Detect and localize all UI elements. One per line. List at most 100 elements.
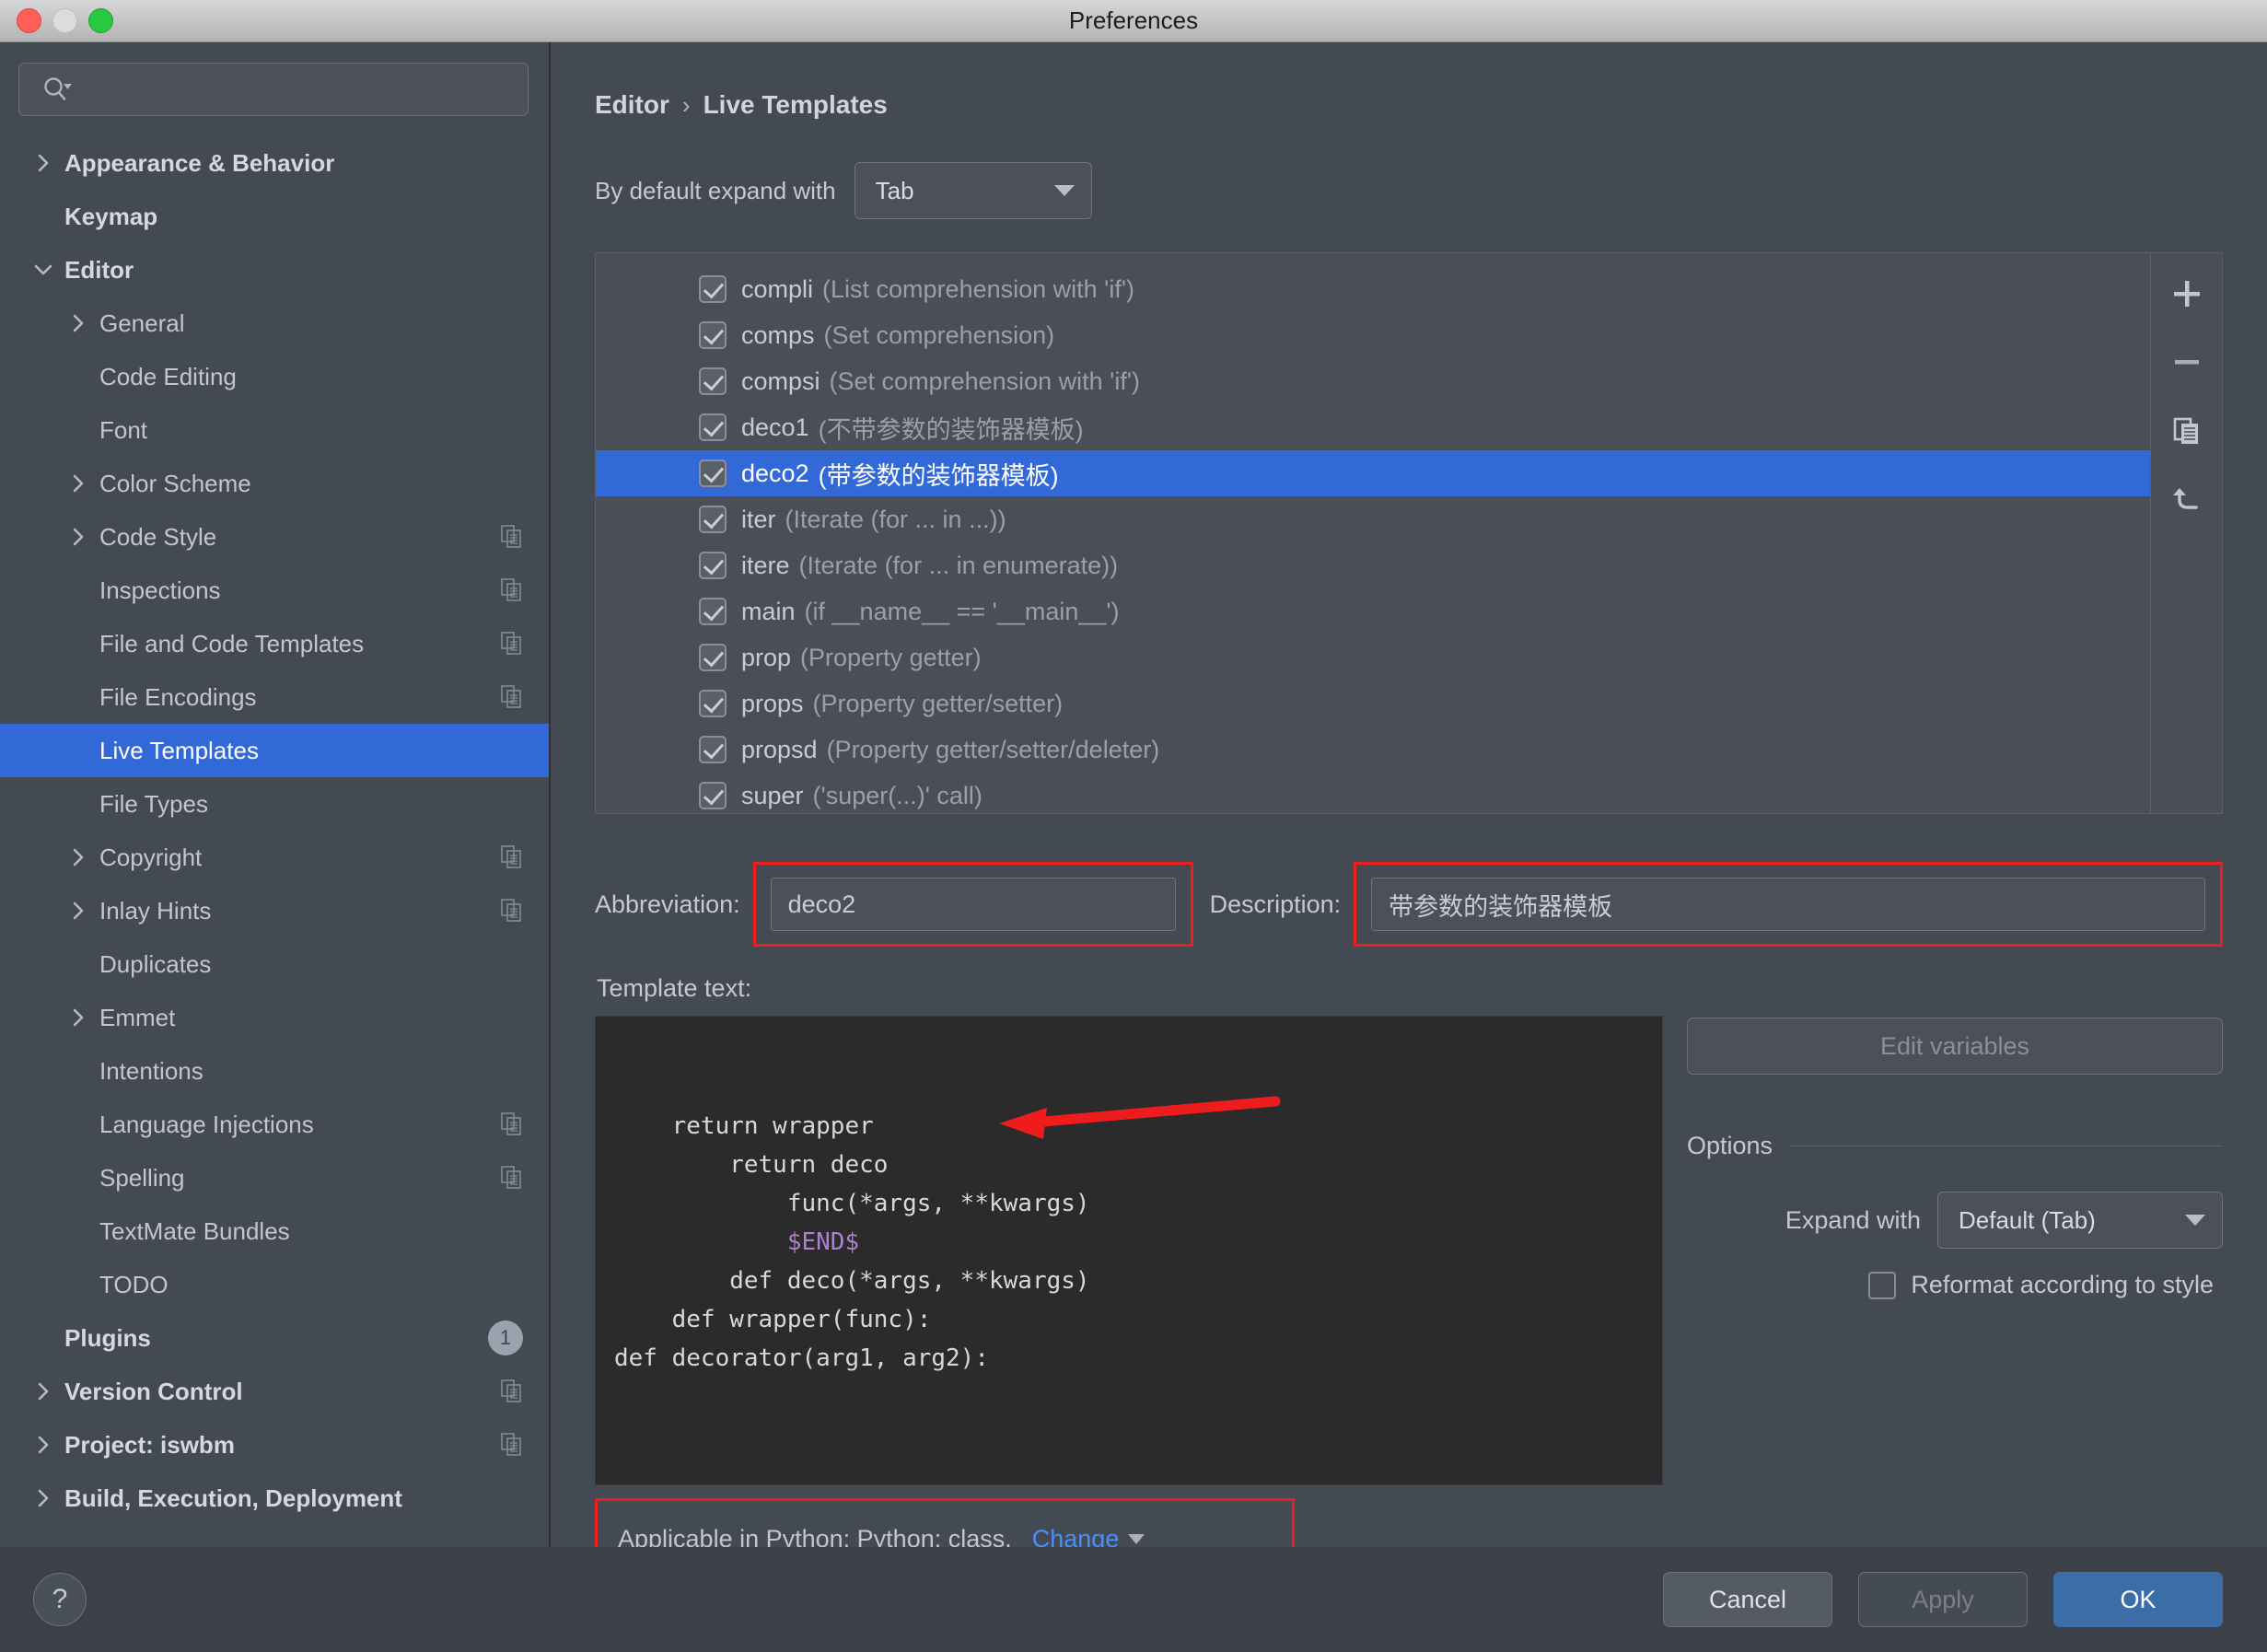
template-list-item[interactable]: itere(Iterate (for ... in enumerate))	[596, 542, 2150, 588]
template-list-item[interactable]: iter(Iterate (for ... in ...))	[596, 496, 2150, 542]
sidebar-item-inlay-hints[interactable]: Inlay Hints	[0, 884, 549, 937]
ok-button[interactable]: OK	[2053, 1572, 2223, 1627]
apply-button[interactable]: Apply	[1858, 1572, 2028, 1627]
dialog-body: Appearance & BehaviorKeymap Editor General…	[0, 42, 2267, 1547]
expand-with-label: Expand with	[1785, 1206, 1921, 1235]
cancel-button[interactable]: Cancel	[1663, 1572, 1832, 1627]
sidebar-item-textmate-bundles[interactable]: TextMate Bundles	[0, 1204, 549, 1258]
sidebar-item-label: Copyright	[99, 843, 501, 872]
chevron-right-icon[interactable]	[66, 899, 90, 923]
sidebar-item-label: Emmet	[99, 1004, 523, 1032]
sidebar-item-inspections[interactable]: Inspections	[0, 564, 549, 617]
template-enabled-checkbox[interactable]	[699, 736, 727, 763]
template-description: (if __name__ == '__main__')	[805, 598, 1120, 626]
search-input[interactable]	[18, 63, 529, 116]
template-enabled-checkbox[interactable]	[699, 598, 727, 625]
abbreviation-input[interactable]: deco2	[771, 878, 1176, 931]
sidebar-item-editor[interactable]: Editor	[0, 243, 549, 297]
template-list-item[interactable]: deco2(带参数的装饰器模板)	[596, 450, 2150, 496]
template-enabled-checkbox[interactable]	[699, 413, 727, 441]
template-list-item[interactable]: props(Property getter/setter)	[596, 681, 2150, 727]
chevron-right-icon[interactable]	[66, 1006, 90, 1030]
template-abbreviation: super	[741, 782, 804, 810]
options-label: Options	[1687, 1132, 1773, 1160]
template-enabled-checkbox[interactable]	[699, 367, 727, 395]
template-options-pane: Edit variables Options Expand with Defau…	[1687, 1016, 2223, 1299]
chevron-right-icon[interactable]	[66, 525, 90, 549]
sidebar-item-language-injections[interactable]: Language Injections	[0, 1098, 549, 1151]
template-list-item[interactable]: compli(List comprehension with 'if')	[596, 266, 2150, 312]
template-list-item[interactable]: propsd(Property getter/setter/deleter)	[596, 727, 2150, 773]
template-enabled-checkbox[interactable]	[699, 690, 727, 717]
add-icon[interactable]	[2161, 268, 2213, 320]
sidebar-item-appearance-behavior[interactable]: Appearance & Behavior	[0, 136, 549, 190]
chevron-right-icon[interactable]	[31, 1486, 55, 1510]
breadcrumb-root[interactable]: Editor	[595, 90, 669, 120]
template-enabled-checkbox[interactable]	[699, 506, 727, 533]
sidebar-item-code-editing[interactable]: Code Editing	[0, 350, 549, 403]
sidebar-item-todo[interactable]: TODO	[0, 1258, 549, 1311]
sidebar-item-label: Duplicates	[99, 950, 523, 979]
template-list-item[interactable]: compsi(Set comprehension with 'if')	[596, 358, 2150, 404]
sidebar-item-file-and-code-templates[interactable]: File and Code Templates	[0, 617, 549, 670]
template-enabled-checkbox[interactable]	[699, 275, 727, 303]
template-enabled-checkbox[interactable]	[699, 782, 727, 809]
templates-list[interactable]: compli(List comprehension with 'if')comp…	[596, 253, 2150, 813]
sidebar-item-intentions[interactable]: Intentions	[0, 1044, 549, 1098]
sidebar-item-plugins[interactable]: Plugins1	[0, 1311, 549, 1365]
chevron-right-icon[interactable]	[31, 151, 55, 175]
template-list-item[interactable]: main(if __name__ == '__main__')	[596, 588, 2150, 634]
reformat-row[interactable]: Reformat according to style	[1687, 1271, 2223, 1299]
copy-icon[interactable]	[2161, 404, 2213, 456]
chevron-down-icon	[1054, 185, 1075, 196]
reformat-checkbox[interactable]	[1868, 1272, 1896, 1299]
revert-icon[interactable]	[2161, 472, 2213, 524]
sidebar-item-label: Font	[99, 416, 523, 445]
sidebar-item-label: Language Injections	[99, 1111, 501, 1139]
template-text-label: Template text:	[597, 974, 2223, 1003]
sidebar-item-color-scheme[interactable]: Color Scheme	[0, 457, 549, 510]
code-line-text: func(*args, **kwargs)	[614, 1190, 1090, 1217]
sidebar-item-general[interactable]: General	[0, 297, 549, 350]
template-enabled-checkbox[interactable]	[699, 460, 727, 487]
sidebar-item-file-types[interactable]: File Types	[0, 777, 549, 831]
template-enabled-checkbox[interactable]	[699, 552, 727, 579]
sidebar-item-project-iswbm[interactable]: Project: iswbm	[0, 1418, 549, 1472]
sidebar-item-version-control[interactable]: Version Control	[0, 1365, 549, 1418]
template-enabled-checkbox[interactable]	[699, 644, 727, 671]
sidebar-item-label: Editor	[64, 256, 523, 285]
sidebar-item-keymap[interactable]: Keymap	[0, 190, 549, 243]
remove-icon[interactable]	[2161, 336, 2213, 388]
template-enabled-checkbox[interactable]	[699, 321, 727, 349]
description-input[interactable]: 带参数的装饰器模板	[1371, 878, 2205, 931]
chevron-right-icon[interactable]	[31, 1433, 55, 1457]
sidebar-item-font[interactable]: Font	[0, 403, 549, 457]
chevron-down-icon[interactable]	[31, 258, 55, 282]
edit-variables-button[interactable]: Edit variables	[1687, 1018, 2223, 1075]
template-list-item[interactable]: prop(Property getter)	[596, 634, 2150, 681]
chevron-right-icon[interactable]	[66, 311, 90, 335]
chevron-right-icon[interactable]	[66, 471, 90, 495]
template-list-item[interactable]: super('super(...)' call)	[596, 773, 2150, 813]
default-expand-select[interactable]: Tab	[854, 162, 1092, 219]
sidebar-item-label: TODO	[99, 1271, 523, 1299]
sidebar-item-emmet[interactable]: Emmet	[0, 991, 549, 1044]
sidebar-item-copyright[interactable]: Copyright	[0, 831, 549, 884]
sidebar-item-live-templates[interactable]: Live Templates	[0, 724, 549, 777]
chevron-right-icon[interactable]	[66, 845, 90, 869]
settings-sidebar: Appearance & BehaviorKeymap Editor General…	[0, 42, 551, 1547]
sidebar-item-build-execution-deployment[interactable]: Build, Execution, Deployment	[0, 1472, 549, 1525]
sidebar-item-file-encodings[interactable]: File Encodings	[0, 670, 549, 724]
sidebar-item-duplicates[interactable]: Duplicates	[0, 937, 549, 991]
chevron-down-icon	[1128, 1534, 1145, 1544]
sidebar-item-code-style[interactable]: Code Style	[0, 510, 549, 564]
sidebar-item-spelling[interactable]: Spelling	[0, 1151, 549, 1204]
template-list-item[interactable]: deco1(不带参数的装饰器模板)	[596, 404, 2150, 450]
template-text-editor[interactable]: return wrapper return deco func(*args, *…	[595, 1016, 1663, 1485]
default-expand-value: Tab	[876, 177, 914, 205]
chevron-right-icon[interactable]	[31, 1379, 55, 1403]
template-list-item[interactable]: comps(Set comprehension)	[596, 312, 2150, 358]
code-line: $END$	[614, 1223, 1662, 1262]
help-button[interactable]: ?	[33, 1573, 87, 1626]
expand-with-select[interactable]: Default (Tab)	[1937, 1192, 2223, 1249]
